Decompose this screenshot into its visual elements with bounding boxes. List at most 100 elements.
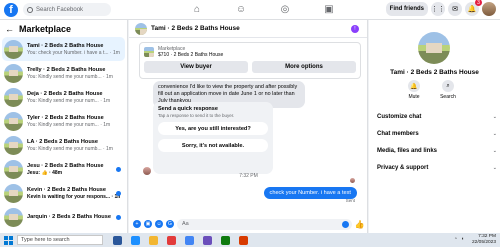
conversation-text: Trelly · 2 Beds 2 Baths House You: Kindly… [27, 67, 123, 80]
profile-avatar[interactable] [482, 2, 496, 16]
details-sections: Customize chat ⌄ Chat members ⌄ Media, fil… [377, 108, 497, 176]
app-icon[interactable] [221, 235, 230, 245]
view-buyer-button[interactable]: View buyer [144, 61, 248, 73]
privacy-support-section[interactable]: Privacy & support ⌄ [377, 159, 497, 176]
sidebar-header: ← Marketplace [0, 20, 127, 37]
wifi-icon[interactable]: ◔ [454, 236, 457, 242]
search-label: Search [440, 94, 456, 100]
listing-price: $710 · 2 Beds 2 Baths House [158, 52, 224, 58]
conversation-item[interactable]: Deja · 2 Beds 2 Baths House You: Kindly s… [0, 85, 127, 109]
conversation-snippet: You: Kindly send me your num... · 1m [27, 97, 111, 104]
conversation-item[interactable]: Jesu · 2 Beds 2 Baths House Jesu: 👍 · 48m [0, 157, 127, 181]
conversation-item[interactable]: Tami · 2 Beds 2 Baths House You: check yo… [2, 37, 125, 61]
section-label: Chat members [377, 130, 419, 137]
gaming-icon[interactable]: ▣ [322, 2, 336, 16]
mute-label: Mute [408, 94, 420, 100]
conversation-item[interactable]: Jarquin · 2 Beds 2 Baths House [0, 205, 127, 229]
taskbar-apps [113, 235, 248, 245]
section-label: Privacy & support [377, 164, 429, 171]
listing-thumbnail [144, 47, 154, 57]
conversation-snippet: Kevin is waiting for your respons... · 1… [27, 193, 121, 200]
media-files-section[interactable]: Media, files and links ⌄ [377, 142, 497, 159]
search-action[interactable]: ⌕ Search [438, 80, 458, 100]
app-icon[interactable] [167, 235, 176, 245]
message-composer: + ▣ ☺ G Aa 👍 [129, 215, 368, 233]
conversation-text: Kevin · 2 Beds 2 Baths House Kevin is wai… [27, 187, 123, 200]
like-icon[interactable]: 👍 [355, 220, 365, 229]
windows-start-icon[interactable] [4, 235, 13, 245]
image-icon[interactable]: ▣ [144, 220, 152, 228]
sticker-icon[interactable]: ☺ [155, 220, 163, 228]
marketplace-sidebar: ← Marketplace Tami · 2 Beds 2 Baths Hous… [0, 20, 128, 233]
conversation-text: LA · 2 Beds 2 Baths House You: Kindly sen… [27, 139, 123, 152]
listing-avatar-large [418, 32, 450, 64]
conversation-text: Deja · 2 Beds 2 Baths House You: Kindly s… [27, 91, 123, 104]
conversation-text: Tyler · 2 Beds 2 Baths House You: Kindly … [27, 115, 123, 128]
find-friends-button[interactable]: Find friends [385, 2, 428, 16]
message-input[interactable]: Aa [177, 218, 352, 230]
conversation-name: LA · 2 Beds 2 Baths House [27, 138, 98, 145]
app-icon[interactable] [239, 235, 248, 245]
sidebar-title: Marketplace [19, 23, 72, 34]
details-actions: 🔔 Mute ⌕ Search [404, 80, 458, 100]
notification-badge: 3 [475, 0, 482, 6]
facebook-logo[interactable]: f [4, 2, 18, 17]
mute-action[interactable]: 🔔 Mute [404, 80, 424, 100]
quick-response-title: Send a quick response [158, 106, 218, 112]
bell-icon: 🔔 [408, 80, 420, 92]
bell-icon[interactable]: 🔔 3 [465, 0, 482, 16]
file-explorer-icon[interactable] [149, 235, 158, 245]
conversation-item[interactable]: Kevin · 2 Beds 2 Baths House Kevin is wai… [0, 181, 127, 205]
edge-icon[interactable] [131, 235, 140, 245]
conversation-item[interactable]: Trelly · 2 Beds 2 Baths House You: Kindly… [0, 61, 127, 85]
conversation-snippet: Jesu: 👍 · 48m [27, 169, 63, 176]
volume-icon[interactable]: ◖ [461, 236, 464, 242]
quick-reply-not-available[interactable]: Sorry, it's not available. [158, 139, 268, 152]
conversation-text: Tami · 2 Beds 2 Baths House You: check yo… [27, 43, 123, 56]
customize-chat-section[interactable]: Customize chat ⌄ [377, 108, 497, 125]
conversation-details-panel: Tami · 2 Beds 2 Baths House 🔔 Mute ⌕ Sea… [369, 20, 500, 233]
home-icon[interactable]: ⌂ [190, 2, 204, 16]
conversation-snippet: You: Kindly send me your numb... · 1m [27, 145, 113, 152]
conversation-avatar [4, 183, 23, 203]
taskbar-search[interactable]: Type here to search [17, 235, 103, 245]
quick-response-card: Send a quick response Tap a response to … [153, 102, 273, 174]
conversation-text: Jesu · 2 Beds 2 Baths House Jesu: 👍 · 48m [27, 163, 123, 176]
app-icon[interactable] [203, 235, 212, 245]
search-input[interactable]: Search Facebook [23, 3, 111, 16]
emoji-icon[interactable] [342, 220, 349, 228]
conversation-snippet: You: check your Number. i have a t... · … [27, 49, 120, 56]
friends-icon[interactable]: ☺ [234, 2, 248, 16]
groups-icon[interactable]: ◎ [278, 2, 292, 16]
menu-icon[interactable]: ⋮⋮ [431, 2, 445, 16]
messenger-icon[interactable]: ✉ [448, 2, 462, 16]
chat-avatar[interactable] [135, 22, 147, 35]
plus-icon[interactable]: + [133, 220, 141, 228]
search-icon [27, 6, 33, 13]
system-clock[interactable]: 7:32 PM 22/05/2023 [472, 234, 496, 246]
section-label: Media, files and links [377, 147, 438, 154]
chat-info-icon[interactable]: ! [351, 25, 359, 33]
task-view-icon[interactable] [113, 235, 122, 245]
chevron-down-icon: ⌄ [492, 113, 497, 120]
gif-icon[interactable]: G [166, 220, 174, 228]
back-arrow-icon[interactable]: ← [5, 24, 14, 34]
unread-dot [116, 215, 121, 220]
conversation-item[interactable]: Tyler · 2 Beds 2 Baths House You: Kindly … [0, 109, 127, 133]
conversation-name: Jarquin · 2 Beds 2 Baths House [27, 213, 111, 220]
chat-panel: Tami · 2 Beds 2 Baths House ! Marketplac… [129, 20, 368, 233]
system-tray: ◔ ◖ [454, 236, 464, 242]
chat-title[interactable]: Tami · 2 Beds 2 Baths House [151, 25, 240, 32]
chat-members-section[interactable]: Chat members ⌄ [377, 125, 497, 142]
conversation-item[interactable]: LA · 2 Beds 2 Baths House You: Kindly sen… [0, 133, 127, 157]
quick-reply-still-interested[interactable]: Yes, are you still interested? [158, 122, 268, 135]
more-options-button[interactable]: More options [252, 61, 356, 73]
chevron-down-icon: ⌄ [492, 164, 497, 171]
chrome-icon[interactable] [185, 235, 194, 245]
top-bar: f Search Facebook ⌂ ☺ ◎ ▣ Find friends ⋮… [0, 0, 500, 20]
listing-info[interactable]: Marketplace $710 · 2 Beds 2 Baths House [140, 43, 360, 61]
message-placeholder: Aa [182, 221, 189, 227]
conversation-text: Jarquin · 2 Beds 2 Baths House [27, 214, 123, 221]
conversation-avatar [4, 39, 23, 59]
conversation-name: Tami · 2 Beds 2 Baths House [27, 42, 104, 49]
